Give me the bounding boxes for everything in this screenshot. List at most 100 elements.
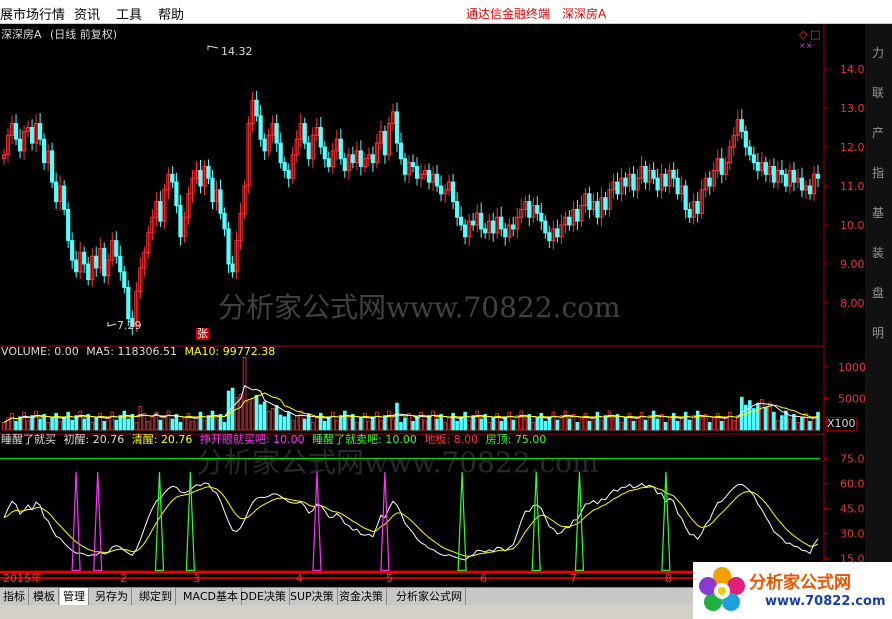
volume-bar	[150, 416, 155, 431]
volume-bar	[463, 411, 467, 431]
candle-body	[719, 158, 724, 175]
volume-bar	[66, 411, 70, 431]
candle-body	[230, 263, 235, 273]
volume-bar	[347, 418, 351, 431]
volume-bar	[699, 418, 704, 431]
volume-bar	[399, 422, 403, 431]
candle-body	[282, 162, 287, 171]
volume-bar	[343, 410, 347, 431]
strip-char[interactable]: 联	[872, 84, 884, 101]
volume-bar	[523, 418, 528, 431]
volume-bar	[138, 406, 143, 431]
candle-body	[322, 146, 327, 160]
volume-bar	[511, 419, 516, 431]
tab-macd-basic[interactable]: MACD基本	[180, 588, 242, 606]
tab-template[interactable]: 模板	[30, 588, 59, 606]
candle-body	[338, 138, 343, 160]
candle-body	[779, 169, 785, 175]
volume-bar	[744, 404, 748, 431]
tab-indicator[interactable]: 指标	[0, 588, 29, 606]
volume-bar	[595, 411, 600, 431]
candle-body	[451, 181, 456, 203]
buy-spike	[93, 471, 103, 571]
volume-bar	[266, 410, 271, 431]
volume-bar	[455, 420, 459, 431]
volume-bar	[748, 400, 752, 431]
candle-body	[306, 142, 311, 160]
menu-item-tools[interactable]: 工具	[116, 4, 142, 23]
strip-char[interactable]: 指	[872, 164, 884, 181]
volume-bar	[146, 420, 151, 431]
buy-spike	[71, 471, 81, 571]
candle-body	[455, 201, 460, 218]
candle-body	[198, 169, 203, 187]
volume-value: 0.00	[54, 345, 79, 358]
candle-body	[254, 99, 259, 117]
tab-fund-decision[interactable]: 资金决策	[336, 588, 387, 606]
candle-body	[527, 201, 532, 218]
menu-item-help[interactable]: 帮助	[158, 4, 184, 23]
tab-analyst-formula[interactable]: 分析家公式网	[393, 588, 466, 606]
volume-bar	[355, 422, 359, 431]
volume-bar	[331, 411, 335, 431]
volume-bar	[780, 415, 784, 431]
y-tick-label: 8.00	[840, 297, 865, 310]
candle-body	[595, 201, 600, 218]
volume-bar	[651, 410, 656, 431]
volume-bar	[198, 411, 203, 431]
close-marks-icon[interactable]: ××	[799, 40, 812, 52]
volume-bar	[423, 419, 427, 431]
oscillator-line	[3, 486, 819, 557]
candle-body	[739, 119, 744, 132]
candle-body	[459, 216, 464, 226]
candle-body	[491, 220, 496, 234]
volume-bar	[122, 410, 127, 431]
volume-bar	[756, 403, 760, 431]
candle-body	[86, 263, 91, 281]
strip-char[interactable]: 明	[872, 324, 884, 341]
candle-body	[54, 181, 59, 203]
candle-body	[410, 162, 416, 168]
volume-bar	[491, 417, 496, 431]
volume-bar	[663, 422, 668, 431]
candle-body	[170, 173, 175, 183]
right-toolbar-strip[interactable]: 力 联 产 指 基 装 盘 明	[865, 24, 892, 584]
strip-char[interactable]: 装	[872, 244, 884, 261]
tab-save-as[interactable]: 另存为	[92, 588, 132, 606]
volume-bar	[246, 400, 251, 431]
volume-bar	[816, 411, 820, 431]
strip-char[interactable]: 力	[872, 44, 884, 61]
candle-body	[483, 228, 488, 234]
candle-body	[126, 286, 131, 320]
volume-bar	[50, 417, 54, 431]
volume-bar	[375, 411, 379, 431]
tab-dde-decision[interactable]: DDE决策	[237, 588, 290, 606]
tab-bind-to[interactable]: 绑定到	[136, 588, 176, 606]
candle-body	[398, 142, 404, 160]
volume-bar	[499, 420, 504, 431]
volume-bar	[359, 417, 363, 431]
period-info: (日线 前复权)	[50, 28, 118, 41]
volume-bar	[110, 411, 115, 431]
candle-body	[543, 220, 548, 234]
candle-body	[755, 162, 760, 171]
tab-sup-decision[interactable]: SUP决策	[287, 588, 338, 606]
volume-bar	[387, 410, 391, 431]
tab-manage[interactable]: 管理	[60, 588, 89, 606]
candle-body	[771, 166, 776, 183]
high-price-marker: 14.32	[221, 45, 253, 58]
candle-body	[42, 138, 47, 164]
strip-char[interactable]: 基	[872, 204, 884, 221]
ma5-label: MA5:	[86, 345, 115, 358]
volume-bar	[411, 420, 415, 431]
strip-char[interactable]: 盘	[872, 284, 884, 301]
candle-body	[402, 158, 408, 175]
candle-body	[262, 138, 267, 152]
menu-item-news[interactable]: 资讯	[74, 4, 100, 23]
candle-body	[499, 216, 504, 230]
timeline-month: 2	[120, 572, 127, 585]
volume-bar	[772, 411, 776, 431]
volume-label: VOLUME:	[1, 345, 51, 358]
menu-item-market[interactable]: 展市场行情	[0, 4, 65, 23]
strip-char[interactable]: 产	[872, 124, 884, 141]
